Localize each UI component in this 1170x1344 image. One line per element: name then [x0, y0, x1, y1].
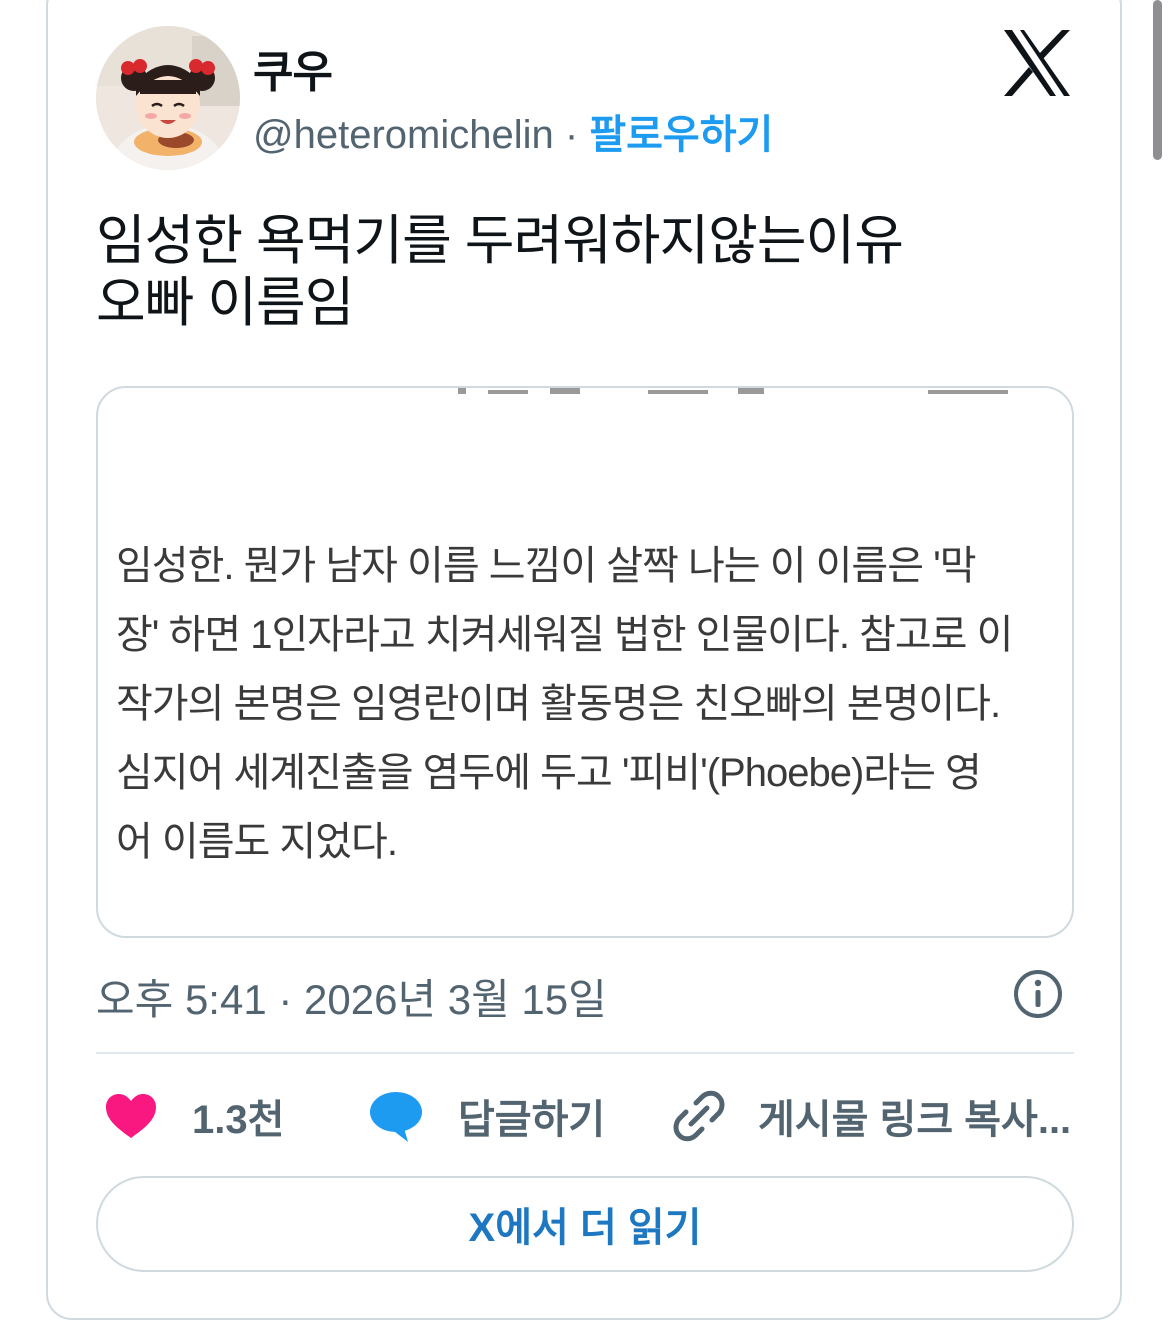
info-icon[interactable]: [1012, 968, 1064, 1020]
read-more-button[interactable]: X에서 더 읽기: [96, 1176, 1074, 1272]
timestamp[interactable]: 오후 5:41 · 2026년 3월 15일: [96, 966, 607, 1027]
author-handle[interactable]: @heteromichelin: [253, 113, 554, 157]
quoted-line: 심지어 세계진출을 염두에 두고 '피비'(Phoebe)라는 영: [116, 751, 982, 795]
quoted-text: 임성한. 뭔가 남자 이름 느낌이 살짝 나는 이 이름은 '막 장' 하면 1…: [116, 532, 1066, 877]
quoted-line: 장' 하면 1인자라고 치켜세워질 법한 인물이다. 참고로 이: [116, 613, 1013, 657]
heart-icon: [106, 1094, 156, 1138]
tweet-image[interactable]: 임성한. 뭔가 남자 이름 느낌이 살짝 나는 이 이름은 '막 장' 하면 1…: [96, 386, 1074, 938]
quoted-line: 어 이름도 지었다.: [116, 820, 398, 864]
reply-label: 답글하기: [458, 1098, 606, 1142]
quoted-line: 임성한. 뭔가 남자 이름 느낌이 살짝 나는 이 이름은 '막: [116, 544, 977, 588]
divider: [96, 1052, 1074, 1054]
quoted-line: 작가의 본명은 임영란이며 활동명은 친오빠의 본명이다.: [116, 682, 1001, 726]
tweet-line: 오빠 이름임: [96, 273, 354, 333]
author-handle-row: @heteromichelin · 팔로우하기: [253, 102, 773, 160]
scrollbar[interactable]: [1153, 0, 1162, 160]
tweet-line: 임성한 욕먹기를 두려워하지않는이유: [96, 211, 904, 271]
link-icon: [673, 1090, 725, 1142]
copy-link-label: 게시물 링크 복사...: [758, 1098, 1072, 1142]
handle-separator: ·: [564, 113, 579, 157]
x-logo-icon[interactable]: [1002, 30, 1072, 96]
tweet-text: 임성한 욕먹기를 두려워하지않는이유 오빠 이름임: [96, 210, 1056, 334]
reply-button[interactable]: 답글하기: [368, 1086, 605, 1146]
cropped-text-fragment: [458, 388, 1008, 394]
follow-button[interactable]: 팔로우하기: [589, 113, 773, 157]
author-name[interactable]: 쿠우: [253, 36, 333, 100]
like-button[interactable]: 1.3천: [104, 1086, 284, 1146]
copy-link-button[interactable]: 게시물 링크 복사...: [672, 1086, 1071, 1146]
speech-bubble-icon: [370, 1092, 422, 1142]
avatar[interactable]: [96, 26, 240, 170]
like-count: 1.3천: [192, 1098, 285, 1142]
